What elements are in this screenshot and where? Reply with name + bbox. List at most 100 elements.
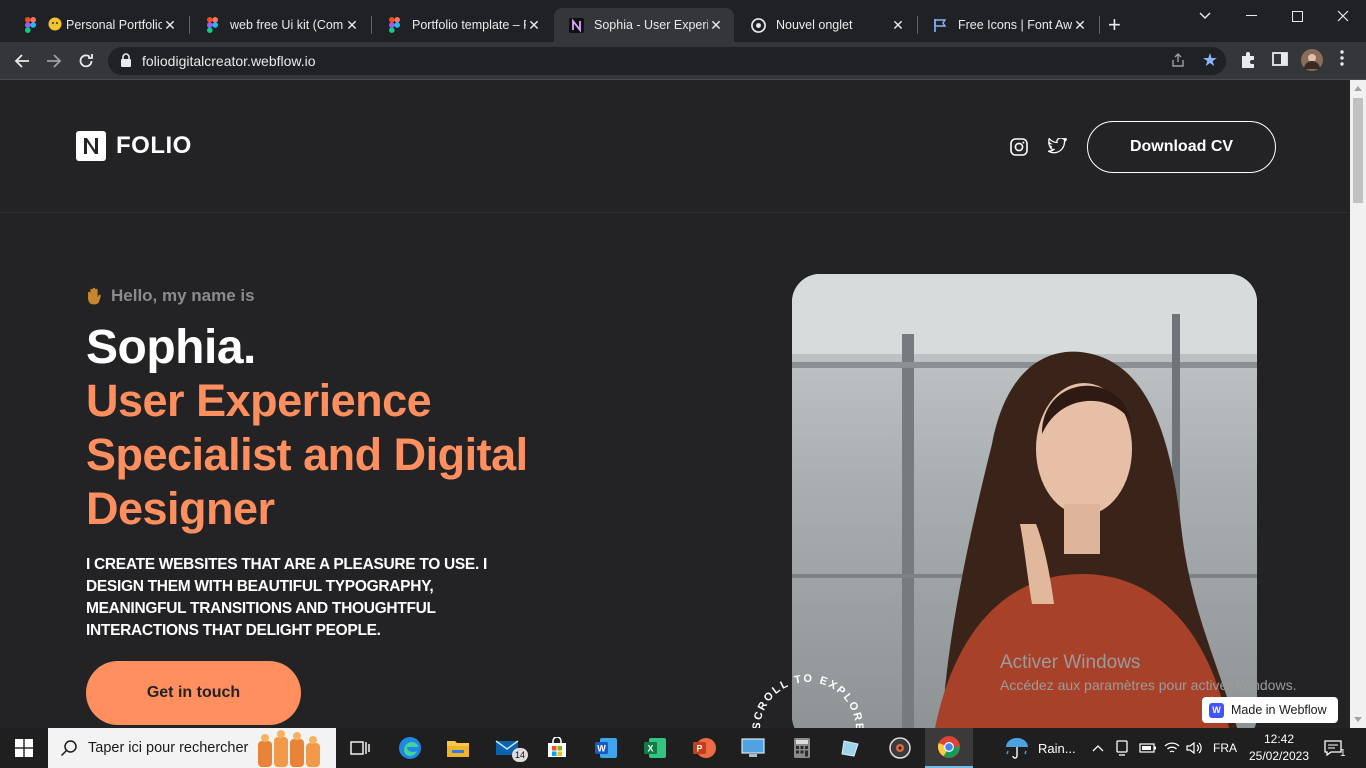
tab-title: web free Ui kit (Comm [230,18,344,32]
scroll-down-arrow-icon[interactable] [1354,717,1362,722]
tab-title: Sophia - User Experien [594,18,708,32]
powerpoint-icon: P [693,738,716,758]
arrow-right-icon [47,54,62,68]
monitor-icon [741,738,765,757]
task-view-button[interactable] [336,728,384,768]
tab-title: Free Icons | Font Awes [958,18,1072,32]
taskbar-search[interactable]: Taper ici pour rechercher [48,728,336,768]
browser-tab-strip: Personal Portfolio ✕ web free Ui kit (Co… [0,0,1366,42]
bookmark-star-icon[interactable]: ★ [1202,50,1218,71]
edge-icon [399,737,421,759]
site-logo[interactable]: FOLIO [76,131,192,161]
folio-logo-icon [76,131,106,161]
browser-tab[interactable]: Portfolio template – Fi ✕ [372,8,552,42]
hello-text: Hello, my name is [111,286,255,305]
notification-count: 1 [1340,747,1346,759]
windows-logo-icon [15,739,33,757]
chrome-app[interactable] [925,728,973,768]
media-app[interactable] [876,728,924,768]
maximize-button[interactable] [1274,0,1320,32]
site-header: FOLIO Download CV [0,80,1350,213]
close-icon[interactable]: ✕ [1072,17,1088,34]
close-icon[interactable]: ✕ [162,17,178,34]
file-explorer-app[interactable] [434,728,482,768]
chevron-down-icon [1199,12,1211,19]
close-icon [1337,10,1349,22]
show-hidden-icons[interactable] [1092,728,1104,768]
hello-line: Hello, my name is [86,286,255,306]
meet-now-icon[interactable] [1115,728,1129,768]
mail-app[interactable]: 14 [484,728,532,768]
emoji-icon [48,17,62,34]
tab-divider [1099,16,1100,34]
calculator-app[interactable] [778,728,826,768]
scroll-badge-text: SCROLL TO EXPLORE [751,673,863,728]
browser-toolbar: foliodigitalcreator.webflow.io ★ [0,42,1366,80]
close-icon[interactable]: ✕ [890,17,906,34]
get-in-touch-button[interactable]: Get in touch [86,661,301,725]
close-icon[interactable]: ✕ [526,17,542,34]
browser-tab[interactable]: Nouvel onglet ✕ [736,8,916,42]
umbrella-rain-icon [1006,738,1028,759]
back-button[interactable] [10,50,34,72]
tab-title: Nouvel onglet [776,18,853,32]
activate-windows-subtitle: Accédez aux paramètres pour activer Wind… [1000,677,1297,693]
wifi-icon[interactable] [1164,728,1180,768]
twitter-icon[interactable] [1047,136,1068,158]
scroll-to-explore-badge[interactable]: SCROLL TO EXPLORE [748,670,868,728]
scroll-up-arrow-icon[interactable] [1354,86,1362,91]
maximize-icon [1291,10,1303,22]
tab-search-button[interactable] [1182,0,1228,32]
instagram-icon[interactable] [1010,138,1030,158]
excel-app[interactable]: X [631,728,679,768]
store-app[interactable] [533,728,581,768]
chrome-icon [938,736,960,758]
side-panel-icon[interactable] [1272,51,1288,72]
extensions-puzzle-icon[interactable] [1240,51,1256,74]
share-icon[interactable] [1170,52,1186,73]
page-scrollbar[interactable] [1350,80,1366,728]
windows-taskbar: Taper ici pour rechercher 14 W X P Rain.… [0,728,1366,768]
powerpoint-app[interactable]: P [680,728,728,768]
volume-icon[interactable] [1186,728,1202,768]
address-bar[interactable]: foliodigitalcreator.webflow.io ★ [108,47,1226,75]
battery-icon[interactable] [1139,728,1157,768]
browser-tab-active[interactable]: Sophia - User Experien ✕ [554,8,734,42]
activate-windows-title: Activer Windows [1000,652,1141,673]
forward-button[interactable] [42,50,66,72]
disc-icon [889,737,911,759]
taskbar-clock[interactable]: 12:42 25/02/2023 [1244,731,1314,765]
waving-hand-icon [86,287,104,305]
close-icon[interactable]: ✕ [708,17,724,34]
download-cv-button[interactable]: Download CV [1087,121,1276,173]
lock-icon [120,53,132,73]
close-icon[interactable]: ✕ [344,17,360,34]
svg-text:SCROLL TO EXPLORE: SCROLL TO EXPLORE [751,673,865,728]
edge-app[interactable] [386,728,434,768]
svg-text:W: W [597,744,606,754]
remote-desktop-app[interactable] [729,728,777,768]
more-menu-icon[interactable] [1340,50,1344,71]
scrollbar-thumb[interactable] [1353,98,1363,203]
snipping-tool-app[interactable] [827,728,875,768]
close-window-button[interactable] [1320,0,1366,32]
minimize-button[interactable] [1228,0,1274,32]
weather-widget[interactable]: Rain... [1004,728,1076,768]
start-button[interactable] [0,728,48,768]
tab-title: Personal Portfolio [66,18,162,32]
word-app[interactable]: W [582,728,630,768]
chrome-icon [750,17,766,33]
folder-icon [447,741,469,757]
reload-button[interactable] [74,50,98,72]
language-indicator[interactable]: FRA [1213,728,1237,768]
notification-center-button[interactable]: 1 [1324,728,1346,768]
browser-tab[interactable]: Free Icons | Font Awes ✕ [918,8,1098,42]
made-in-webflow-badge[interactable]: W Made in Webflow [1202,697,1338,723]
word-icon: W [595,738,617,758]
profile-avatar[interactable] [1301,49,1323,76]
url-text: foliodigitalcreator.webflow.io [142,53,316,69]
browser-tab[interactable]: web free Ui kit (Comm ✕ [190,8,370,42]
webflow-logo-icon: W [1209,702,1224,718]
new-tab-button[interactable]: + [1108,14,1121,36]
browser-tab[interactable]: Personal Portfolio ✕ [8,8,188,42]
